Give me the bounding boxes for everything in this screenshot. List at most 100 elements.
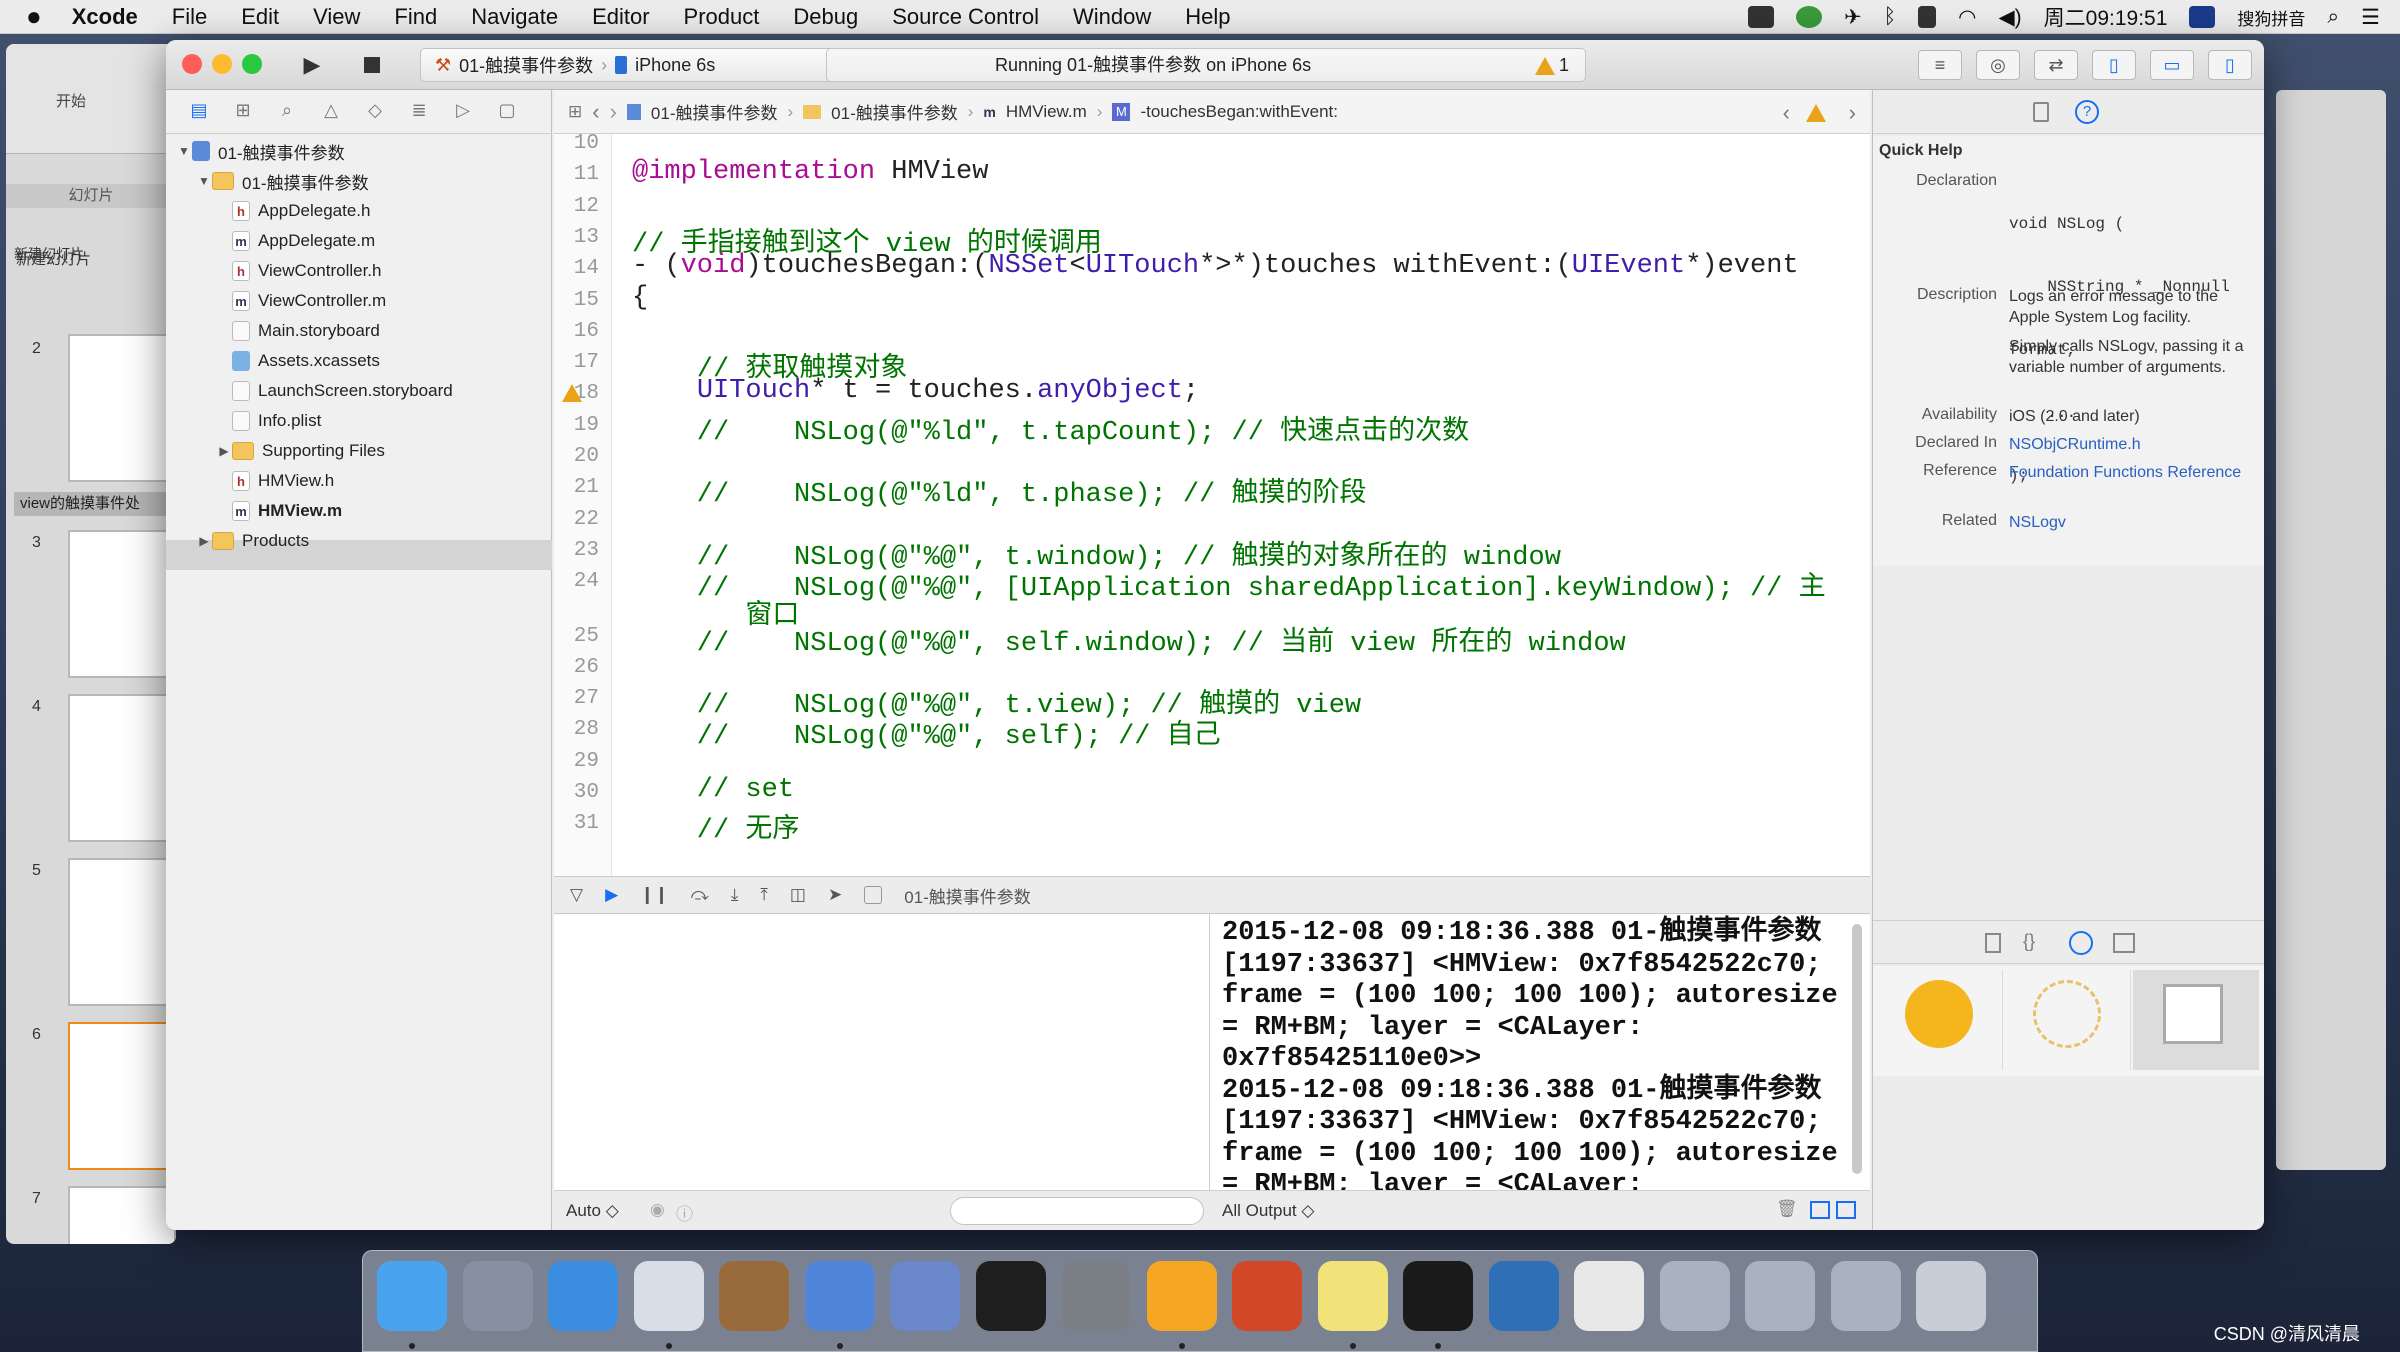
menu-source-control[interactable]: Source Control <box>892 4 1039 30</box>
test-navigator-icon[interactable]: ◇ <box>360 100 390 124</box>
trash-icon[interactable]: 🗑 <box>1776 1199 1798 1219</box>
variables-filter-input[interactable] <box>950 1197 1204 1225</box>
airplane-icon[interactable]: ✈ <box>1844 5 1862 30</box>
pause-icon[interactable]: ❙❙ <box>640 885 669 905</box>
toggle-navigator-button[interactable]: ▯ <box>2092 50 2136 80</box>
notification-center-icon[interactable]: ☰ <box>2361 5 2380 30</box>
terminal-icon[interactable] <box>975 1261 1046 1331</box>
volume-icon[interactable]: ◀) <box>1999 5 2022 30</box>
hide-debug-area-icon[interactable]: ▽ <box>570 885 583 905</box>
breadcrumb-method[interactable]: -touchesBegan:withEvent: <box>1140 102 1338 122</box>
library-item[interactable] <box>1877 970 2003 1070</box>
slide-thumbnail-selected[interactable] <box>68 1022 176 1170</box>
view-debugger-icon[interactable]: ◫ <box>790 885 806 905</box>
split-view-icon[interactable] <box>1810 1201 1830 1219</box>
screen-icon[interactable] <box>1745 1261 1815 1331</box>
stop-button[interactable] <box>352 48 392 82</box>
file-tree-row[interactable]: m ViewController.m <box>216 286 386 316</box>
spotlight-search-icon[interactable]: ⌕ <box>2327 5 2339 29</box>
file-tree-row[interactable]: Info.plist <box>216 406 321 436</box>
breadcrumb-group[interactable]: 01-触摸事件参数 <box>831 99 958 124</box>
file-tree-row[interactable]: h AppDelegate.h <box>216 196 370 226</box>
disclosure-open-icon[interactable]: ▼ <box>176 144 192 158</box>
code-snippet-icon[interactable]: {} <box>2023 931 2035 952</box>
menu-app-name[interactable]: Xcode <box>72 4 138 30</box>
sketch-icon[interactable] <box>1146 1261 1217 1331</box>
library-item[interactable] <box>2133 970 2259 1070</box>
variables-scope-select[interactable]: Auto ◇ <box>566 1201 619 1221</box>
apple-menu-icon[interactable]: ● <box>26 1 42 32</box>
search-icon[interactable]: ⌕ <box>272 100 302 124</box>
screen-icon[interactable] <box>1659 1261 1730 1331</box>
menu-product[interactable]: Product <box>684 4 760 30</box>
slide-thumbnail[interactable] <box>68 694 176 842</box>
menu-clock[interactable]: 周二09:19:51 <box>2044 2 2168 32</box>
menu-file[interactable]: File <box>172 4 207 30</box>
file-tree-row[interactable]: ▼ 01-触摸事件参数 <box>176 136 345 166</box>
disclosure-open-icon[interactable]: ▼ <box>196 174 212 188</box>
disclosure-closed-icon[interactable]: ▶ <box>216 444 232 458</box>
menu-editor[interactable]: Editor <box>592 4 649 30</box>
standard-editor-button[interactable]: ≡ <box>1918 50 1962 80</box>
menu-navigate[interactable]: Navigate <box>471 4 558 30</box>
source-editor[interactable]: 10 11 12 13 14 15 16 17 18 19 20 21 22 23 24 25 26 27 28 29… <box>554 134 1870 876</box>
zoom-window-button[interactable] <box>242 54 262 74</box>
file-tree-row[interactable]: m AppDelegate.m <box>216 226 375 256</box>
file-tree-row[interactable]: ▶ Products <box>196 526 309 556</box>
forward-icon[interactable]: › <box>610 99 617 125</box>
screen-record-icon[interactable] <box>1747 6 1774 28</box>
menu-help[interactable]: Help <box>1185 4 1230 30</box>
simulate-location-icon[interactable]: ➤ <box>828 885 842 905</box>
run-button[interactable]: ▶ <box>292 48 332 82</box>
reference-link[interactable]: Foundation Functions Reference <box>2009 462 2249 483</box>
toggle-utilities-button[interactable]: ▯ <box>2208 50 2252 80</box>
menu-view[interactable]: View <box>313 4 360 30</box>
slide-thumbnail[interactable] <box>68 334 176 482</box>
file-tree-row[interactable]: ▼ 01-触摸事件参数 <box>196 166 369 196</box>
slide-thumbnail[interactable] <box>68 530 176 678</box>
input-method-icon[interactable] <box>2189 6 2216 28</box>
related-link[interactable]: NSLogv <box>2009 512 2249 533</box>
file-tree-row[interactable]: h ViewController.h <box>216 256 381 286</box>
step-into-icon[interactable]: ⤓ <box>731 885 739 905</box>
bluetooth-icon[interactable]: ᛒ <box>1884 5 1897 29</box>
next-issue-icon[interactable]: › <box>1849 100 1856 126</box>
wifi-icon[interactable]: ◠ <box>1958 5 1976 30</box>
keynote-group-label[interactable]: view的触摸事件处 <box>14 492 174 516</box>
version-editor-button[interactable]: ⇄ <box>2034 50 2078 80</box>
file-template-icon[interactable] <box>1985 933 2001 953</box>
report-navigator-icon[interactable]: ▢ <box>492 100 522 124</box>
debug-navigator-icon[interactable]: ≣ <box>404 100 434 124</box>
keynote-new-slide-label[interactable]: 新建幻灯片 <box>14 244 84 264</box>
mouse-app-icon[interactable] <box>633 1261 704 1331</box>
breadcrumb-project[interactable]: 01-触摸事件参数 <box>651 99 778 124</box>
line-warning-icon[interactable] <box>562 384 586 403</box>
menu-edit[interactable]: Edit <box>241 4 279 30</box>
safari-icon[interactable] <box>548 1261 618 1331</box>
slide-thumbnail[interactable] <box>68 858 176 1006</box>
file-tree-row[interactable]: h HMView.h <box>216 466 334 496</box>
media-library-icon[interactable] <box>2113 933 2135 953</box>
breakpoint-navigator-icon[interactable]: ▷ <box>448 100 478 124</box>
quick-help-icon[interactable]: ? <box>2075 100 2099 124</box>
sync-icon[interactable] <box>1795 6 1822 28</box>
photo-booth-icon[interactable] <box>719 1261 789 1331</box>
finder-icon[interactable] <box>377 1261 447 1331</box>
symbol-navigator-icon[interactable]: ⊞ <box>228 100 258 124</box>
quick-look-icon[interactable]: ◉ <box>650 1200 665 1220</box>
issue-warning-icon[interactable] <box>1806 102 1830 122</box>
console-output[interactable]: 2015-12-08 09:18:36.388 01-触摸事件参数 [1197:3… <box>1222 918 1852 1230</box>
step-over-icon[interactable]: ⤼ <box>691 885 709 905</box>
powerpoint-icon[interactable] <box>1232 1261 1302 1331</box>
slide-thumbnail[interactable] <box>68 1186 176 1244</box>
output-selector[interactable]: All Output ◇ <box>1222 1201 1314 1221</box>
previous-issue-icon[interactable]: ‹ <box>1783 100 1790 126</box>
file-inspector-icon[interactable] <box>2033 102 2049 122</box>
library-item[interactable] <box>2005 970 2131 1070</box>
keynote-tab-start[interactable]: 开始 <box>56 90 86 111</box>
console-only-icon[interactable] <box>1836 1201 1856 1219</box>
assistant-editor-button[interactable]: ◎ <box>1976 50 2020 80</box>
file-tree-row[interactable]: ▶ Supporting Files <box>216 436 385 466</box>
code-area[interactable]: @implementation HMView// 手指接触到这个 view 的时… <box>554 134 1870 876</box>
disclosure-closed-icon[interactable]: ▶ <box>196 534 212 548</box>
